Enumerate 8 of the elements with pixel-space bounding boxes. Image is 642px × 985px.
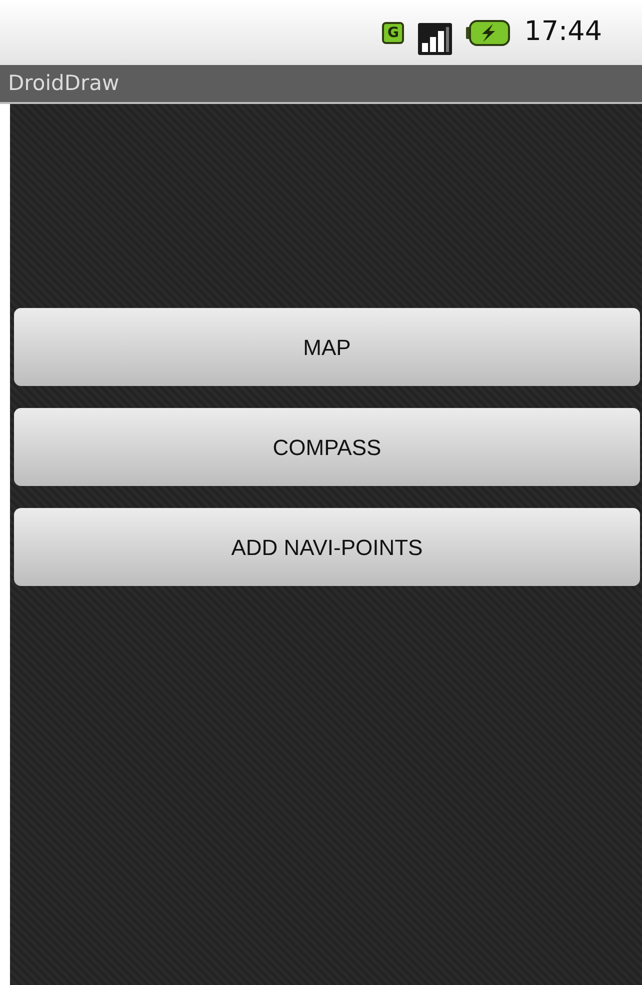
menu-button[interactable]: COMPASS xyxy=(14,408,640,486)
charging-battery-icon xyxy=(466,20,510,46)
network-type-badge: G xyxy=(382,22,404,44)
app-title: DroidDraw xyxy=(8,70,120,97)
clock: 17:44 xyxy=(524,15,602,50)
menu-button[interactable]: MAP xyxy=(14,308,640,386)
signal-icon xyxy=(418,22,452,54)
menu-button[interactable]: ADD NAVI-POINTS xyxy=(14,508,640,586)
